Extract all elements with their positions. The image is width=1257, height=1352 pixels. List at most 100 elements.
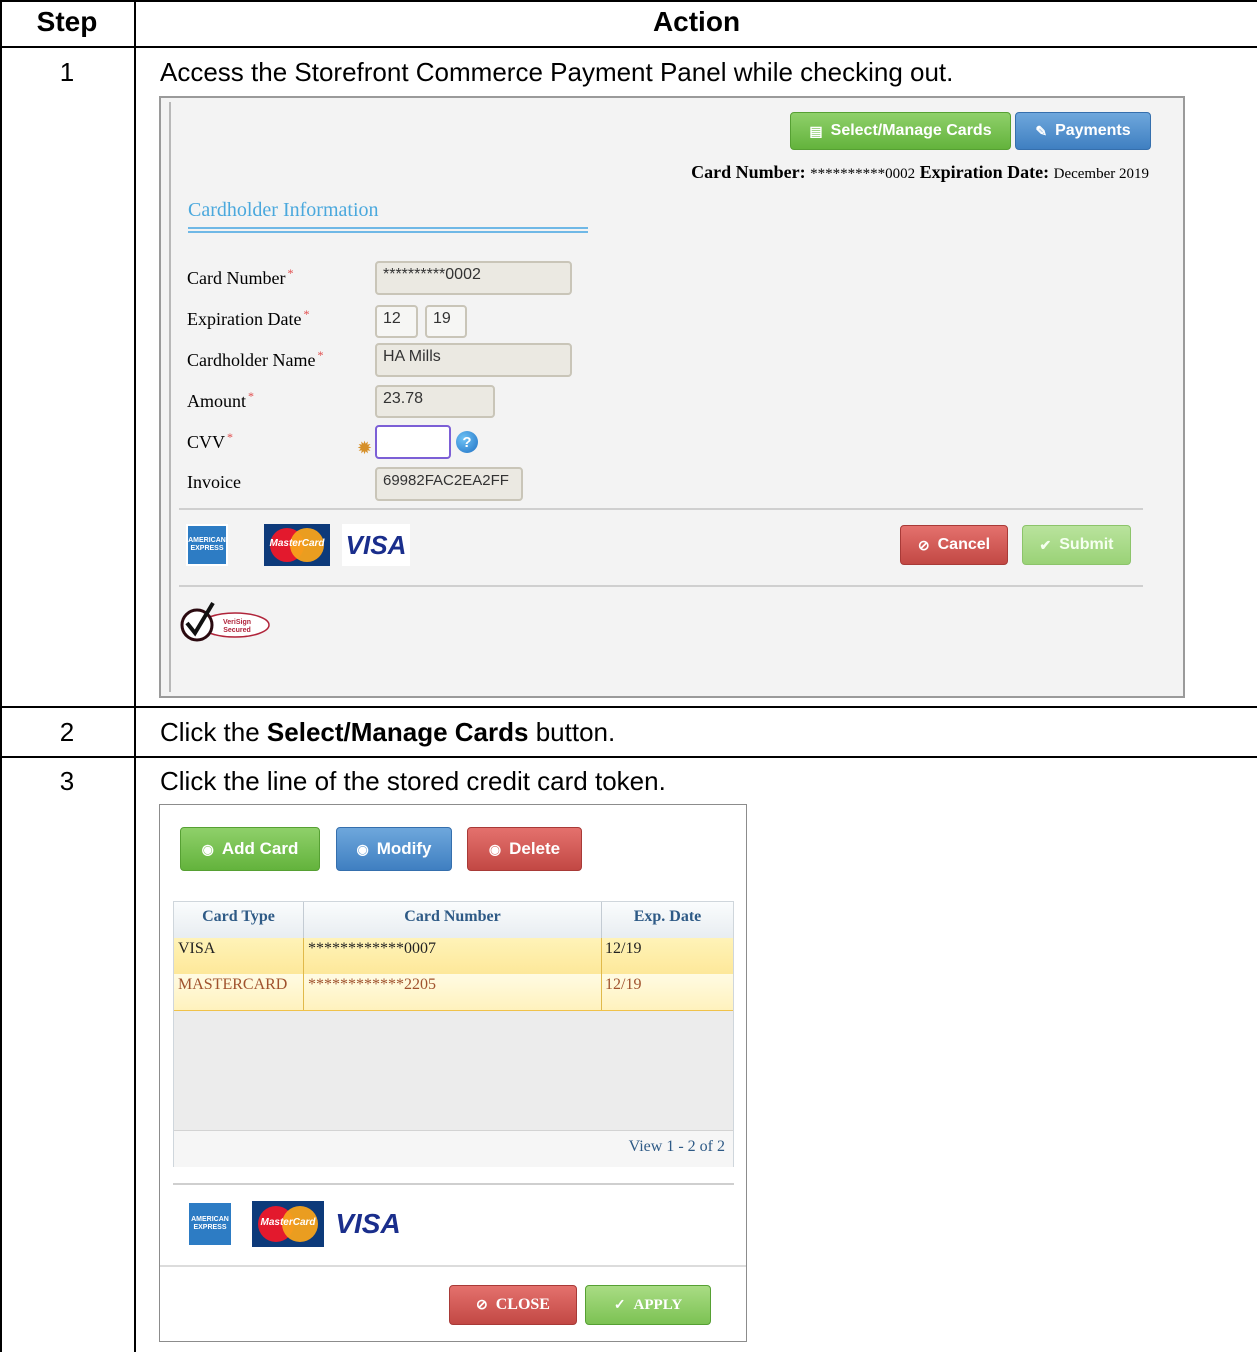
- cancel-icon: ⊘: [917, 536, 930, 553]
- modify-button[interactable]: ◉ Modify: [336, 827, 452, 871]
- required-mark: *: [317, 348, 324, 362]
- card-type-cell: VISA: [178, 940, 216, 957]
- column-exp-date[interactable]: Exp. Date: [602, 908, 733, 926]
- step-action-1: Access the Storefront Commerce Payment P…: [160, 57, 954, 87]
- user-icon: ◉: [488, 840, 502, 857]
- separator: [179, 585, 1143, 587]
- required-mark: *: [303, 307, 310, 321]
- apply-label: APPLY: [633, 1296, 683, 1313]
- card-summary: Card Number: **********0002 Expiration D…: [691, 162, 1149, 183]
- card-number-cell: ************0007: [308, 940, 436, 957]
- invoice-field[interactable]: 69982FAC2EA2FF: [375, 467, 523, 501]
- verisign-text: VeriSign: [223, 619, 251, 626]
- section-rule: [188, 227, 588, 233]
- separator: [179, 508, 1143, 510]
- exp-date-cell: 12/19: [605, 976, 642, 993]
- payments-label: Payments: [1055, 122, 1131, 139]
- expiration-date-label-text: Expiration Date: [187, 309, 302, 329]
- required-mark: *: [287, 266, 294, 280]
- amount-field[interactable]: 23.78: [375, 385, 495, 418]
- step-action-2-suffix: button.: [528, 717, 616, 747]
- svg-text:Secured: Secured: [223, 627, 251, 634]
- summary-expiration-label: Expiration Date:: [919, 162, 1050, 182]
- table-rule-row1: [0, 706, 1257, 708]
- visa-logo: VISA: [330, 1203, 406, 1245]
- step-number-3: 3: [59, 766, 75, 796]
- pager-text: View 1 - 2 of 2: [628, 1138, 725, 1155]
- required-mark: *: [227, 430, 234, 444]
- table-rule-header: [0, 46, 1257, 48]
- invoice-label: Invoice: [187, 472, 241, 492]
- close-label: CLOSE: [495, 1296, 550, 1313]
- table-border-left: [0, 0, 2, 1352]
- check-icon: ✓: [613, 1297, 626, 1313]
- card-number-cell: ************2205: [308, 976, 436, 993]
- separator: [173, 1183, 734, 1185]
- step-number-1: 1: [59, 57, 75, 87]
- amount-label: Amount *: [187, 389, 254, 412]
- select-manage-cards-label: Select/Manage Cards: [830, 122, 992, 139]
- cvv-field[interactable]: [375, 425, 451, 459]
- pencil-icon: ✎: [1035, 122, 1048, 139]
- table-border-top: [0, 0, 1257, 2]
- table-column-divider: [134, 0, 136, 1352]
- payment-panel-screenshot: ▤ Select/Manage Cards ✎ Payments Card Nu…: [159, 96, 1185, 698]
- help-icon[interactable]: ?: [456, 431, 478, 453]
- expiration-month-field[interactable]: 12: [375, 305, 418, 338]
- user-icon: ◉: [201, 840, 214, 857]
- delete-button[interactable]: ◉ Delete: [467, 827, 582, 871]
- add-card-label: Add Card: [221, 839, 299, 858]
- cvv-label: CVV *: [187, 430, 233, 453]
- expiration-year-field[interactable]: 19: [425, 305, 467, 338]
- cardholder-name-label-text: Cardholder Name: [187, 350, 316, 370]
- delete-label: Delete: [509, 839, 561, 858]
- column-card-type[interactable]: Card Type: [174, 908, 303, 926]
- card-stack-icon: ▤: [809, 122, 823, 139]
- expiration-date-label: Expiration Date *: [187, 307, 309, 330]
- amex-logo: AMERICAN EXPRESS: [186, 524, 228, 566]
- visa-logo: VISA: [342, 524, 410, 566]
- step-action-2: Click the Select/Manage Cards button.: [160, 717, 615, 748]
- modify-label: Modify: [376, 839, 432, 858]
- card-type-cell: MASTERCARD: [178, 976, 288, 993]
- cvv-indicator-icon: ✹: [357, 438, 373, 458]
- cvv-label-text: CVV: [187, 432, 226, 452]
- summary-card-number-label: Card Number:: [691, 162, 806, 182]
- mastercard-logo: MasterCard: [264, 524, 330, 566]
- cardholder-name-field[interactable]: HA Mills: [375, 343, 572, 377]
- add-card-button[interactable]: ◉ Add Card: [180, 827, 320, 871]
- table-row[interactable]: VISA ************0007 12/19: [174, 938, 733, 975]
- card-number-label: Card Number *: [187, 266, 293, 289]
- grid-footer: View 1 - 2 of 2: [174, 1130, 733, 1167]
- header-action: Action: [652, 6, 741, 37]
- separator: [160, 1265, 746, 1267]
- select-manage-cards-button[interactable]: ▤ Select/Manage Cards: [790, 112, 1011, 150]
- summary-expiration-value: December 2019: [1053, 166, 1149, 182]
- column-card-number[interactable]: Card Number: [304, 908, 601, 926]
- manage-cards-dialog-screenshot: ◉ Add Card ◉ Modify ◉ Delete Card Type C…: [159, 804, 747, 1342]
- submit-label: Submit: [1059, 536, 1114, 553]
- cardholder-name-label: Cardholder Name *: [187, 348, 323, 371]
- exp-date-cell: 12/19: [605, 940, 642, 957]
- cancel-label: Cancel: [937, 536, 991, 553]
- submit-button[interactable]: ✔ Submit: [1022, 525, 1131, 565]
- step-action-3: Click the line of the stored credit card…: [160, 766, 666, 796]
- panel-left-edge: [169, 102, 171, 692]
- step-action-2-bold: Select/Manage Cards: [266, 717, 529, 747]
- table-row[interactable]: MASTERCARD ************2205 12/19: [174, 974, 733, 1011]
- cancel-button[interactable]: ⊘ Cancel: [900, 525, 1008, 565]
- card-number-label-text: Card Number: [187, 268, 286, 288]
- user-icon: ◉: [356, 840, 369, 857]
- apply-button[interactable]: ✓ APPLY: [585, 1285, 711, 1325]
- header-step: Step: [36, 6, 98, 37]
- payments-button[interactable]: ✎ Payments: [1015, 112, 1151, 150]
- cards-grid: Card Type Card Number Exp. Date VISA ***…: [173, 901, 734, 1167]
- card-number-field[interactable]: **********0002: [375, 261, 572, 295]
- cancel-icon: ⊘: [476, 1297, 488, 1313]
- step-action-2-prefix: Click the: [160, 717, 267, 747]
- section-title: Cardholder Information: [188, 199, 379, 221]
- table-rule-row2: [0, 756, 1257, 758]
- mastercard-logo: MasterCard: [252, 1201, 324, 1247]
- mastercard-logo-text: MasterCard: [260, 1217, 316, 1228]
- close-button[interactable]: ⊘ CLOSE: [449, 1285, 577, 1325]
